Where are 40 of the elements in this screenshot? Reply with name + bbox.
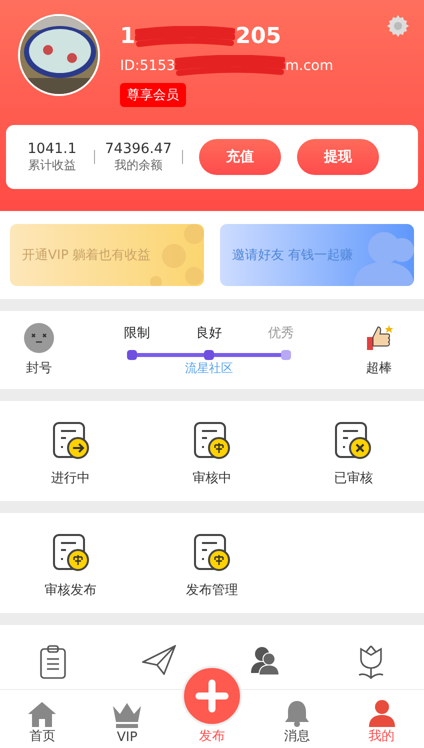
level-label: 封号	[26, 360, 52, 377]
stat-value: 74396.47	[105, 140, 172, 156]
menu-label[interactable]: 进行中	[51, 469, 90, 487]
level-step: 优秀	[268, 324, 294, 342]
bell-icon	[282, 699, 311, 727]
user-id: m.com	[285, 58, 334, 74]
banned-face-icon	[24, 323, 54, 353]
user-icon	[368, 699, 396, 727]
banner-text: 开通VIP 躺着也有收益	[22, 247, 151, 264]
tab-item[interactable]: VIP	[112, 702, 142, 748]
document-stamp-icon	[192, 421, 231, 461]
document-arrow-icon	[52, 421, 90, 461]
document-stamp-icon	[192, 533, 231, 573]
menu-label[interactable]: 审核发布	[44, 581, 97, 599]
member-badge: 尊享会员	[120, 83, 186, 107]
stat-label: 累计收益	[28, 156, 76, 174]
crown-icon	[112, 702, 142, 730]
document-cross-icon	[334, 421, 372, 461]
community-label: 流星社区	[185, 360, 233, 376]
add-button[interactable]	[182, 666, 242, 726]
menu-label[interactable]: 已审核	[334, 469, 373, 487]
paper-plane-icon[interactable]	[142, 645, 176, 675]
people-icon[interactable]	[251, 645, 279, 675]
stat-label: 我的余额	[114, 156, 162, 174]
user-id: ID:5153	[120, 58, 176, 74]
phone-number: 1	[120, 24, 136, 49]
document-stamp-icon	[52, 533, 90, 573]
banner-text: 邀请好友 有钱一起赚	[232, 247, 354, 264]
tab-item[interactable]: 消息	[282, 699, 311, 748]
tab-item[interactable]: 首页	[27, 701, 58, 748]
level-label: 超棒	[366, 360, 392, 377]
clipboard-icon[interactable]	[40, 645, 66, 679]
stat-value: 1041.1	[28, 140, 76, 156]
level-step: 限制	[124, 324, 150, 342]
menu-label[interactable]: 审核中	[192, 469, 232, 487]
home-icon	[27, 701, 58, 727]
level-step: 良好	[196, 324, 222, 342]
phone-number: 205	[235, 24, 282, 49]
thumbs-up-icon	[364, 323, 394, 353]
menu-label[interactable]: 发布管理	[186, 581, 238, 599]
